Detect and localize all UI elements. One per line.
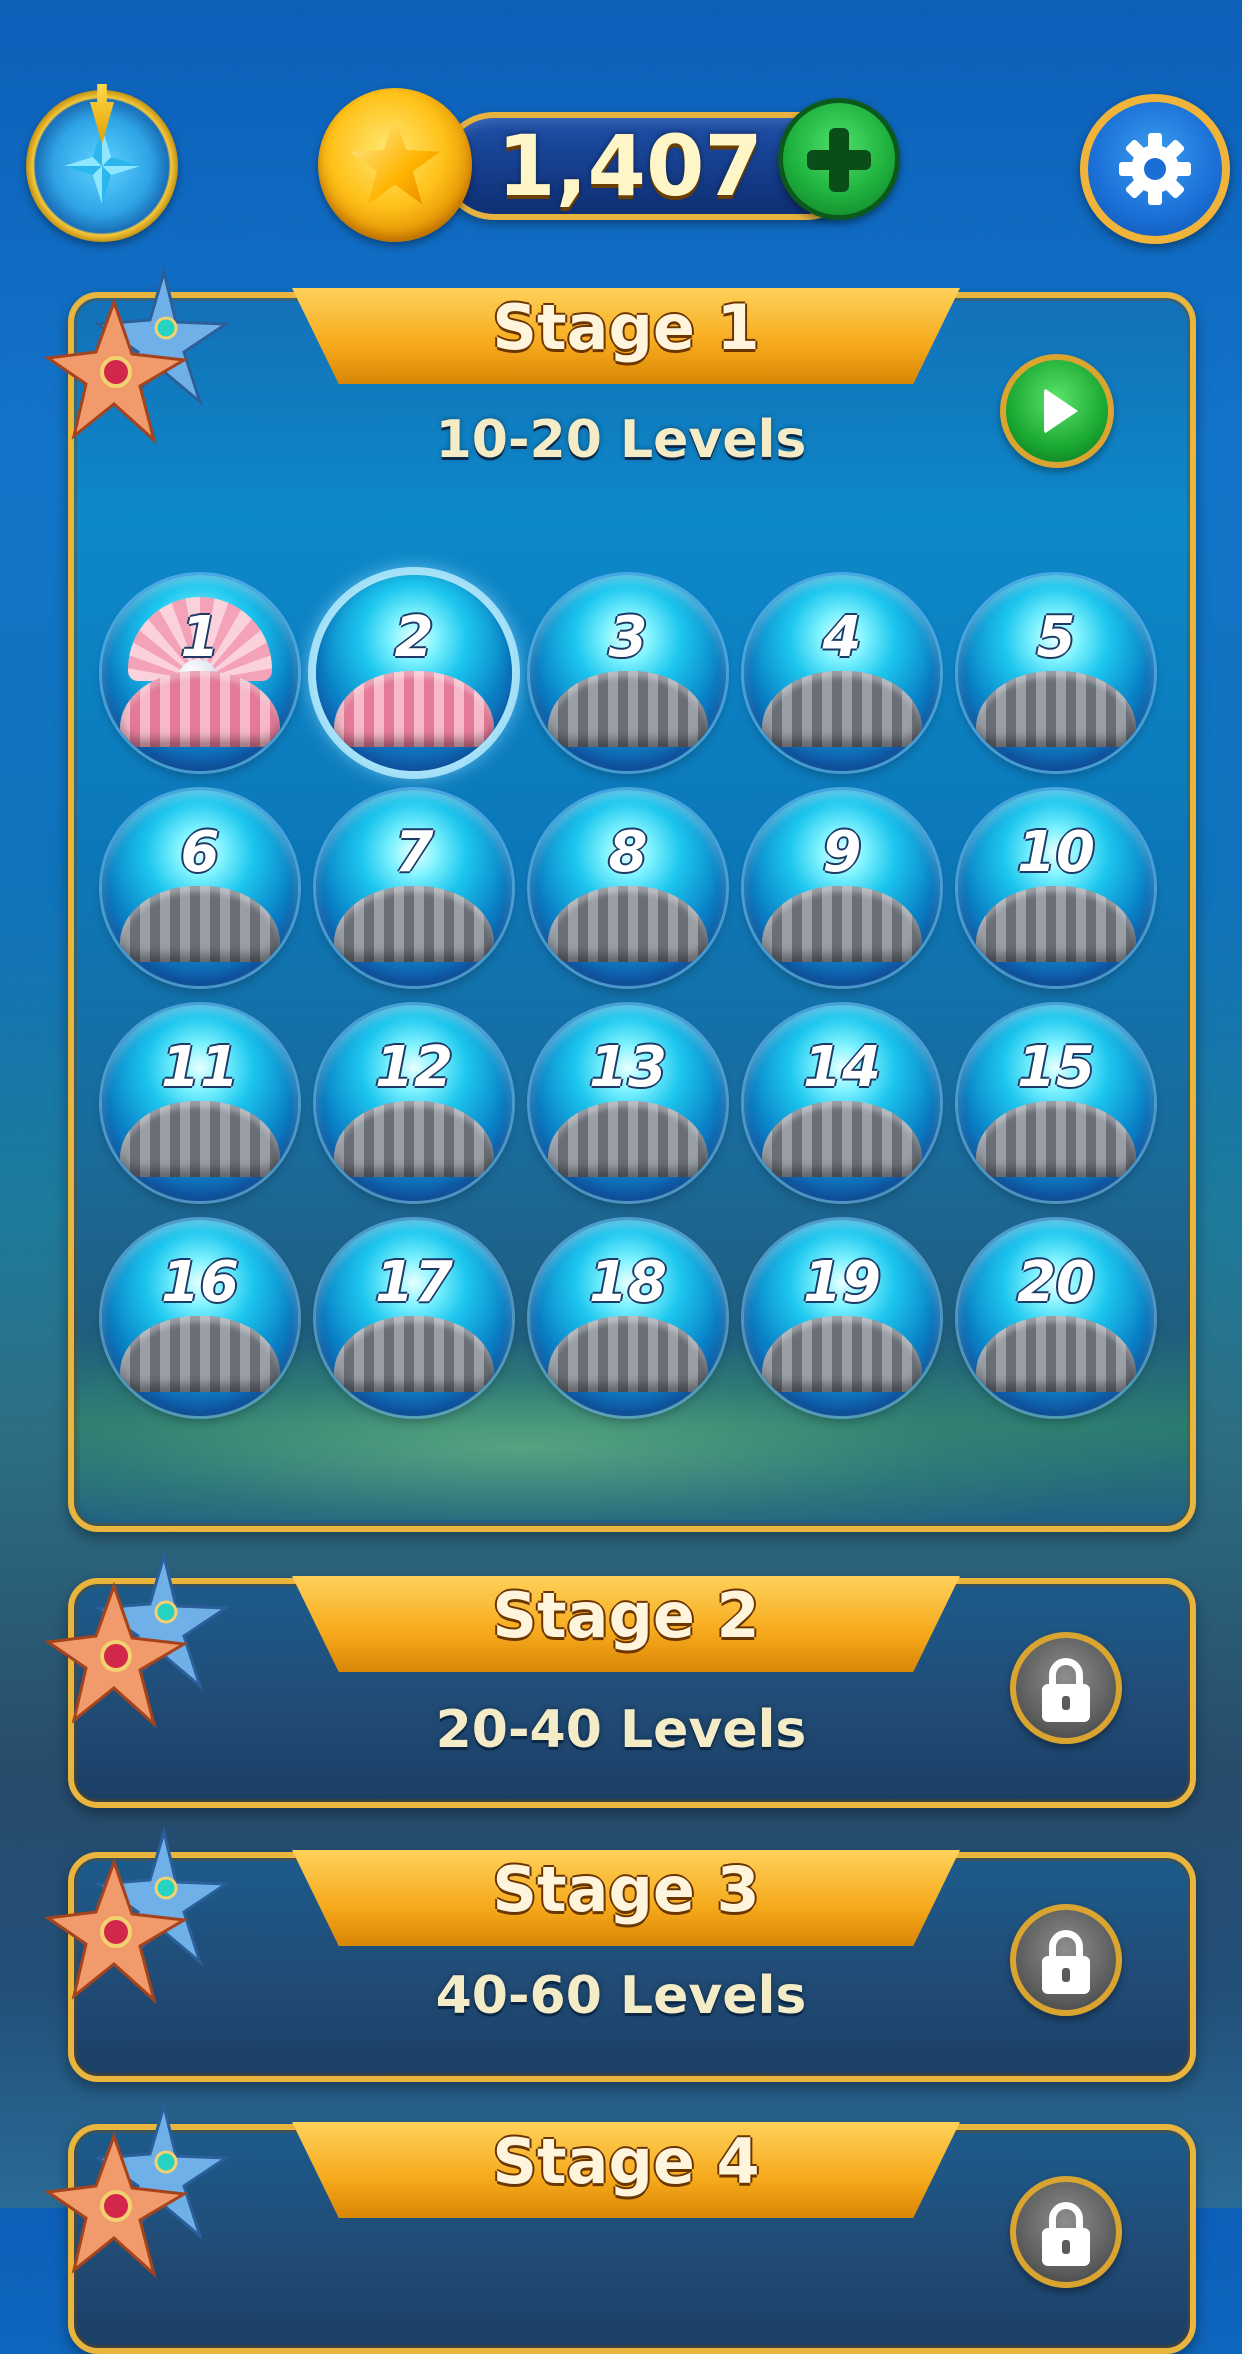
- level-number: 12: [375, 1035, 453, 1100]
- level-14-bubble[interactable]: 14: [744, 1005, 940, 1201]
- level-15-bubble[interactable]: 15: [958, 1005, 1154, 1201]
- level-16-bubble[interactable]: 16: [102, 1220, 298, 1416]
- level-number: 19: [803, 1250, 881, 1315]
- gear-icon: [1119, 133, 1191, 205]
- add-coins-button[interactable]: [778, 98, 900, 220]
- level-4-bubble[interactable]: 4: [744, 575, 940, 771]
- gold-star-coin-icon: [318, 88, 472, 242]
- level-number: 14: [803, 1035, 881, 1100]
- stage-4-lock-button[interactable]: [1010, 2176, 1122, 2288]
- level-number: 8: [608, 820, 648, 885]
- level-number: 18: [589, 1250, 667, 1315]
- level-number: 6: [180, 820, 220, 885]
- level-6-bubble[interactable]: 6: [102, 790, 298, 986]
- settings-button[interactable]: [1080, 94, 1230, 244]
- level-number: 5: [1036, 605, 1076, 670]
- coin-count: 1,407: [497, 117, 763, 215]
- level-number: 7: [394, 820, 434, 885]
- level-number: 13: [589, 1035, 667, 1100]
- level-number: 11: [161, 1035, 239, 1100]
- level-number: 15: [1017, 1035, 1095, 1100]
- level-13-bubble[interactable]: 13: [530, 1005, 726, 1201]
- compass-icon[interactable]: [26, 84, 178, 242]
- play-button[interactable]: [1000, 354, 1114, 468]
- stage-3-lock-button[interactable]: [1010, 1904, 1122, 2016]
- stage-4-title: Stage 4: [492, 2125, 760, 2198]
- level-number: 3: [608, 605, 648, 670]
- level-2-bubble[interactable]: 2: [316, 575, 512, 771]
- level-number: 17: [375, 1250, 453, 1315]
- level-9-bubble[interactable]: 9: [744, 790, 940, 986]
- starfish-icon: [44, 1550, 231, 1729]
- level-number: 1: [180, 605, 220, 670]
- level-number: 9: [822, 820, 862, 885]
- level-number: 2: [394, 605, 434, 670]
- level-18-bubble[interactable]: 18: [530, 1220, 726, 1416]
- level-12-bubble[interactable]: 12: [316, 1005, 512, 1201]
- level-17-bubble[interactable]: 17: [316, 1220, 512, 1416]
- stage-2-title: Stage 2: [492, 1579, 760, 1652]
- starfish-icon: [44, 1826, 231, 2005]
- level-7-bubble[interactable]: 7: [316, 790, 512, 986]
- level-number: 4: [822, 605, 862, 670]
- level-10-bubble[interactable]: 10: [958, 790, 1154, 986]
- stage-1-title: Stage 1: [492, 291, 760, 364]
- level-number: 20: [1017, 1250, 1095, 1315]
- level-19-bubble[interactable]: 19: [744, 1220, 940, 1416]
- level-3-bubble[interactable]: 3: [530, 575, 726, 771]
- starfish-icon: [44, 2100, 231, 2279]
- level-1-bubble[interactable]: 1: [102, 575, 298, 771]
- starfish-icon: [44, 266, 231, 445]
- stage-2-lock-button[interactable]: [1010, 1632, 1122, 1744]
- level-20-bubble[interactable]: 20: [958, 1220, 1154, 1416]
- level-number: 16: [161, 1250, 239, 1315]
- level-8-bubble[interactable]: 8: [530, 790, 726, 986]
- level-11-bubble[interactable]: 11: [102, 1005, 298, 1201]
- level-number: 10: [1017, 820, 1095, 885]
- stage-3-title: Stage 3: [492, 1853, 760, 1926]
- level-5-bubble[interactable]: 5: [958, 575, 1154, 771]
